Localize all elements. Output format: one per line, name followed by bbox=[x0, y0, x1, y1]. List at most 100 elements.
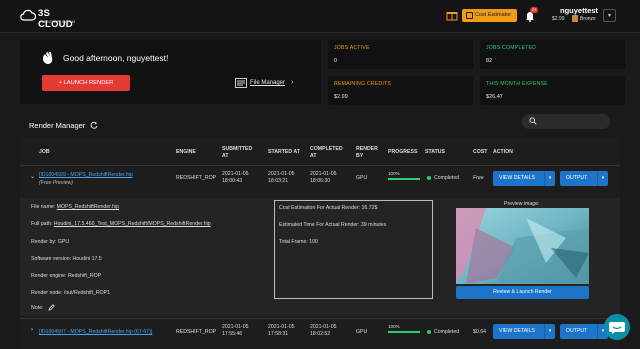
output-button[interactable]: OUTPUT ▾ bbox=[560, 171, 608, 186]
job-name-link[interactable]: [ID1004507 - MOPS_RedshiftRender.hip (67… bbox=[39, 329, 152, 336]
progress-bar bbox=[388, 331, 420, 333]
status-value: Completed bbox=[434, 175, 460, 181]
completed-value: 2021-01-05 18:02:52 bbox=[310, 324, 337, 337]
search-input[interactable] bbox=[522, 114, 610, 129]
engine-value: REDSHIFT_ROP bbox=[176, 329, 217, 335]
account-menu-button[interactable]: ▾ bbox=[603, 9, 616, 22]
account-tier: Bronze bbox=[580, 16, 596, 22]
stat-value: $2.99 bbox=[334, 94, 348, 100]
progress-fill bbox=[388, 331, 420, 333]
view-details-label: VIEW DETAILS bbox=[499, 175, 535, 181]
col-job: JOB bbox=[39, 149, 50, 155]
logo[interactable]: 3S CLOUD RENDER FARM bbox=[20, 6, 86, 30]
detail-node: Render node: /out/Redshift_ROP1 bbox=[31, 290, 111, 296]
stat-value: $26.47 bbox=[486, 94, 503, 100]
chevron-right-icon[interactable]: › bbox=[291, 79, 293, 86]
progress-bar bbox=[388, 178, 420, 180]
view-details-button[interactable]: VIEW DETAILS ▾ bbox=[493, 171, 555, 186]
completed-value: 2021-01-05 18:06:30 bbox=[310, 171, 337, 184]
started-value: 2021-01-05 18:03:21 bbox=[268, 171, 295, 184]
render-table: JOB ENGINE SUBMITTED AT STARTED AT COMPLE… bbox=[20, 138, 620, 349]
cloud-logo-icon bbox=[20, 9, 36, 21]
col-completed: COMPLETED AT bbox=[310, 146, 343, 159]
file-name-link[interactable]: MOPS_RedshiftRender.hip bbox=[57, 204, 119, 210]
job-details-panel: File name: MOPS_RedshiftRender.hip Full … bbox=[20, 198, 620, 316]
output-label: OUTPUT bbox=[566, 175, 588, 181]
started-value: 2021-01-05 17:58:31 bbox=[268, 324, 295, 337]
stat-value: 0 bbox=[334, 58, 338, 64]
calculator-icon bbox=[466, 12, 473, 19]
render-by-value: GPU bbox=[356, 175, 368, 181]
estimation-box: Cost Estimation For Actual Render: 16.72… bbox=[274, 200, 433, 299]
caret-down-icon[interactable]: ▾ bbox=[597, 171, 608, 186]
preview-label: Preview image: bbox=[504, 201, 540, 207]
job-name-link[interactable]: [ID1004509 - MOPS_RedshiftRender.hip bbox=[39, 172, 133, 179]
gift-icon[interactable] bbox=[446, 9, 458, 21]
submitted-value: 2021-01-05 18:00:43 bbox=[222, 171, 249, 184]
refresh-icon[interactable] bbox=[90, 121, 98, 129]
detail-software: Software version: Houdini 17.5 bbox=[31, 256, 102, 262]
jobs-completed-card: JOBS COMPLETED 82 bbox=[480, 40, 625, 69]
col-cost: COST bbox=[473, 149, 488, 155]
stat-value: 82 bbox=[486, 58, 493, 64]
view-details-label: VIEW DETAILS bbox=[499, 328, 535, 334]
render-by-value: GPU bbox=[356, 329, 368, 335]
username: nguyettest bbox=[560, 6, 598, 15]
file-manager-link[interactable]: File Manager bbox=[250, 80, 285, 86]
tier-badge-icon bbox=[572, 15, 578, 22]
search-icon bbox=[529, 117, 537, 125]
caret-down-icon[interactable]: ▾ bbox=[544, 324, 555, 339]
progress-fill bbox=[388, 178, 420, 180]
preview-image[interactable] bbox=[456, 208, 589, 284]
detail-full-path: Full path: Houdini_17.5.460_Test_MOPS_Re… bbox=[31, 221, 211, 227]
jobs-active-card: JOBS ACTIVE 0 bbox=[328, 40, 473, 69]
detail-engine: Render engine: Redshift_ROP bbox=[31, 273, 102, 279]
remaining-credits-card: REMAINING CREDITS $2.99 bbox=[328, 76, 473, 105]
detail-render-by: Render by: GPU bbox=[31, 239, 70, 245]
progress-label: 100% bbox=[388, 171, 400, 176]
chat-icon bbox=[609, 322, 625, 334]
stat-label: JOBS COMPLETED bbox=[486, 45, 537, 51]
total-frames: Total Frame: 100 bbox=[279, 239, 318, 245]
col-submitted: SUBMITTED AT bbox=[222, 146, 253, 159]
engine-value: REDSHIFT_ROP bbox=[176, 175, 217, 181]
review-launch-button[interactable]: Review & Launch Render bbox=[456, 286, 589, 299]
waving-hand-icon bbox=[42, 52, 53, 64]
table-row: ⌄ [ID1004509 - MOPS_RedshiftRender.hip (… bbox=[20, 166, 620, 195]
brand-tagline: RENDER FARM bbox=[40, 19, 76, 24]
pencil-icon[interactable] bbox=[48, 304, 55, 311]
cost-estimator-label: Cost Estimator bbox=[475, 12, 512, 18]
view-details-button[interactable]: VIEW DETAILS ▾ bbox=[493, 324, 555, 339]
notification-badge: 27 bbox=[530, 7, 539, 13]
time-estimation: Estimated Time For Actual Render: 39 min… bbox=[279, 222, 387, 228]
status-dot-icon bbox=[427, 330, 431, 334]
cost-estimator-button[interactable]: Cost Estimator bbox=[462, 9, 517, 22]
stat-label: JOBS ACTIVE bbox=[334, 45, 370, 51]
file-manager-icon bbox=[235, 78, 247, 88]
welcome-card: Good afternoon, nguyettest! + LAUNCH REN… bbox=[20, 40, 321, 104]
status-dot-icon bbox=[427, 176, 431, 180]
col-progress: PROGRESS bbox=[388, 149, 418, 155]
full-path-link[interactable]: Houdini_17.5.460_Test_MOPS_Redshift/MOPS… bbox=[54, 221, 211, 227]
table-row: › [ID1004507 - MOPS_RedshiftRender.hip (… bbox=[20, 318, 620, 349]
month-expense-card: THIS MONTH EXPENSE $26.47 bbox=[480, 76, 625, 105]
caret-down-icon[interactable]: ▾ bbox=[544, 171, 555, 186]
chevron-right-icon[interactable]: › bbox=[31, 327, 33, 333]
chat-button[interactable] bbox=[604, 314, 630, 340]
submitted-value: 2021-01-05 17:55:46 bbox=[222, 324, 249, 337]
top-navbar: 3S CLOUD RENDER FARM Cost Estimator 27 n… bbox=[0, 0, 640, 33]
stat-label: THIS MONTH EXPENSE bbox=[486, 81, 548, 87]
col-action: ACTION bbox=[493, 149, 513, 155]
job-subtitle: (Free Preview) bbox=[39, 180, 74, 186]
render-manager-title: Render Manager bbox=[29, 121, 86, 130]
col-render-by: RENDER BY bbox=[356, 146, 378, 159]
detail-file-name: File name: MOPS_RedshiftRender.hip bbox=[31, 204, 119, 210]
status-value: Completed bbox=[434, 329, 460, 335]
output-button[interactable]: OUTPUT ▾ bbox=[560, 324, 608, 339]
cost-value: Free bbox=[473, 175, 484, 181]
launch-render-button[interactable]: + LAUNCH RENDER bbox=[42, 75, 130, 91]
greeting: Good afternoon, nguyettest! bbox=[63, 53, 169, 63]
chevron-down-icon[interactable]: ⌄ bbox=[30, 173, 35, 180]
stat-label: REMAINING CREDITS bbox=[334, 81, 392, 87]
cost-estimation: Cost Estimation For Actual Render: 16.72… bbox=[279, 205, 378, 211]
